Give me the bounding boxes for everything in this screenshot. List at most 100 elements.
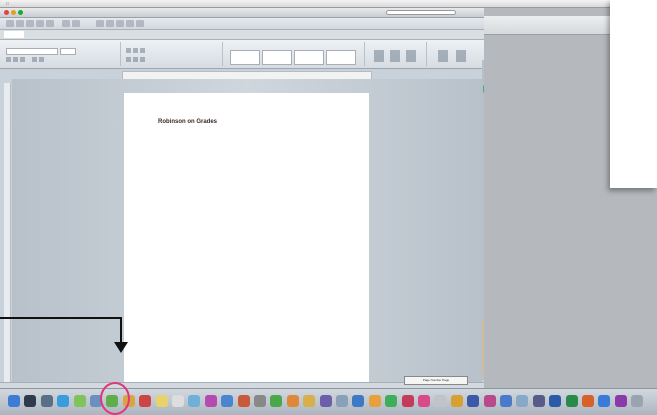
align-left-icon[interactable] bbox=[126, 57, 131, 62]
word-icon[interactable] bbox=[549, 395, 562, 407]
redo-icon[interactable] bbox=[72, 20, 80, 27]
zoom-icon[interactable] bbox=[126, 20, 134, 27]
document-heading: Robinson on Grades bbox=[158, 119, 218, 125]
ibooks-icon[interactable] bbox=[286, 395, 299, 407]
style-normal[interactable] bbox=[230, 50, 260, 65]
messages-icon[interactable] bbox=[73, 395, 86, 407]
text-box-icon[interactable] bbox=[374, 50, 384, 62]
undo-icon[interactable] bbox=[62, 20, 70, 27]
itunes-icon[interactable] bbox=[204, 395, 217, 407]
font-name-field[interactable] bbox=[6, 48, 58, 55]
garageband-icon[interactable] bbox=[303, 395, 316, 407]
styles-group bbox=[224, 42, 365, 66]
sidebar-icon[interactable] bbox=[106, 20, 114, 27]
bullets-icon[interactable] bbox=[126, 48, 131, 53]
new-document-icon[interactable] bbox=[6, 20, 14, 27]
mission-control-icon[interactable] bbox=[40, 395, 53, 407]
photo-booth-icon[interactable] bbox=[401, 395, 414, 407]
system-preferences-icon[interactable] bbox=[254, 395, 266, 407]
page-status-popup: Page Number Page bbox=[404, 376, 468, 385]
excel-icon[interactable] bbox=[565, 395, 578, 407]
tab-home[interactable] bbox=[4, 31, 24, 38]
safari-icon[interactable] bbox=[57, 395, 70, 407]
numbers-icon[interactable] bbox=[385, 395, 398, 407]
word-window: Robinson on Grades Page Number Page bbox=[0, 8, 484, 391]
document-icon[interactable] bbox=[434, 395, 447, 407]
iphoto-icon[interactable] bbox=[336, 395, 348, 407]
trash-icon[interactable] bbox=[631, 395, 644, 407]
numbering-icon[interactable] bbox=[133, 48, 138, 53]
stack-1-icon[interactable] bbox=[467, 395, 480, 407]
toolbox-icon[interactable] bbox=[116, 20, 124, 27]
themes-group bbox=[428, 42, 482, 66]
align-right-icon[interactable] bbox=[140, 57, 145, 62]
open-icon[interactable] bbox=[26, 20, 34, 27]
calendar-icon[interactable] bbox=[139, 395, 152, 407]
reminders-icon[interactable] bbox=[172, 395, 184, 407]
indent-icon[interactable] bbox=[140, 48, 145, 53]
italic-icon[interactable] bbox=[13, 57, 18, 62]
print-icon[interactable] bbox=[46, 20, 54, 27]
tab-review[interactable] bbox=[160, 31, 180, 38]
tab-layout[interactable] bbox=[28, 31, 46, 38]
stack-2-icon[interactable] bbox=[483, 395, 496, 407]
tab-smartart[interactable] bbox=[134, 31, 156, 38]
callout-arrow-line bbox=[0, 317, 122, 319]
floating-panel[interactable] bbox=[610, 0, 657, 188]
themes-icon[interactable] bbox=[438, 50, 448, 62]
menu-bar:  bbox=[0, 0, 657, 8]
outlook-icon[interactable] bbox=[598, 395, 611, 407]
app-store-icon[interactable] bbox=[221, 395, 234, 407]
highlight-icon[interactable] bbox=[32, 57, 37, 62]
highlight-ring bbox=[100, 382, 130, 415]
tab-document-elements[interactable] bbox=[50, 31, 86, 38]
archive-icon[interactable] bbox=[450, 395, 463, 407]
stack-4-icon[interactable] bbox=[516, 395, 529, 407]
onenote-icon[interactable] bbox=[614, 395, 627, 407]
pages-icon[interactable] bbox=[368, 395, 381, 407]
align-center-icon[interactable] bbox=[133, 57, 138, 62]
picture-icon[interactable] bbox=[406, 50, 416, 62]
style-heading-1[interactable] bbox=[294, 50, 324, 65]
imovie-icon[interactable] bbox=[319, 395, 332, 407]
maps-icon[interactable] bbox=[188, 395, 201, 407]
minimize-window-icon[interactable] bbox=[11, 10, 16, 15]
underline-icon[interactable] bbox=[20, 57, 25, 62]
templates-icon[interactable] bbox=[16, 20, 24, 27]
zoom-window-icon[interactable] bbox=[18, 10, 23, 15]
font-size-field[interactable] bbox=[60, 48, 76, 55]
callout-arrow-head-icon bbox=[114, 342, 128, 353]
tab-tables[interactable] bbox=[90, 31, 108, 38]
notes-icon[interactable] bbox=[155, 395, 168, 407]
search-input[interactable] bbox=[386, 10, 456, 15]
paragraph-marks-icon[interactable] bbox=[96, 20, 104, 27]
help-icon[interactable] bbox=[136, 20, 144, 27]
desktop:  bbox=[0, 0, 657, 415]
font-color-icon[interactable] bbox=[39, 57, 44, 62]
folder-icon[interactable] bbox=[418, 395, 430, 407]
font-group bbox=[2, 42, 121, 66]
preview-icon[interactable] bbox=[237, 395, 250, 407]
keynote-icon[interactable] bbox=[352, 395, 365, 407]
powerpoint-icon[interactable] bbox=[582, 395, 594, 407]
close-window-icon[interactable] bbox=[4, 10, 9, 15]
document-page[interactable]: Robinson on Grades bbox=[124, 93, 369, 390]
stack-3-icon[interactable] bbox=[500, 395, 512, 407]
dock bbox=[0, 388, 657, 415]
shape-icon[interactable] bbox=[390, 50, 400, 62]
style-heading-2[interactable] bbox=[326, 50, 356, 65]
paragraph-group bbox=[122, 42, 223, 66]
bold-icon[interactable] bbox=[6, 57, 11, 62]
callout-arrow-stem bbox=[120, 317, 122, 343]
vertical-ruler[interactable] bbox=[4, 83, 11, 383]
finder-icon[interactable] bbox=[8, 395, 20, 407]
dashboard-icon[interactable] bbox=[24, 395, 37, 407]
apple-menu-icon[interactable]:  bbox=[6, 0, 9, 7]
fonts-icon[interactable] bbox=[456, 50, 466, 62]
stack-5-icon[interactable] bbox=[532, 395, 545, 407]
tab-charts[interactable] bbox=[112, 31, 130, 38]
window-title-bar[interactable] bbox=[0, 8, 484, 18]
facetime-icon[interactable] bbox=[270, 395, 283, 407]
save-icon[interactable] bbox=[36, 20, 44, 27]
style-no-spacing[interactable] bbox=[262, 50, 292, 65]
